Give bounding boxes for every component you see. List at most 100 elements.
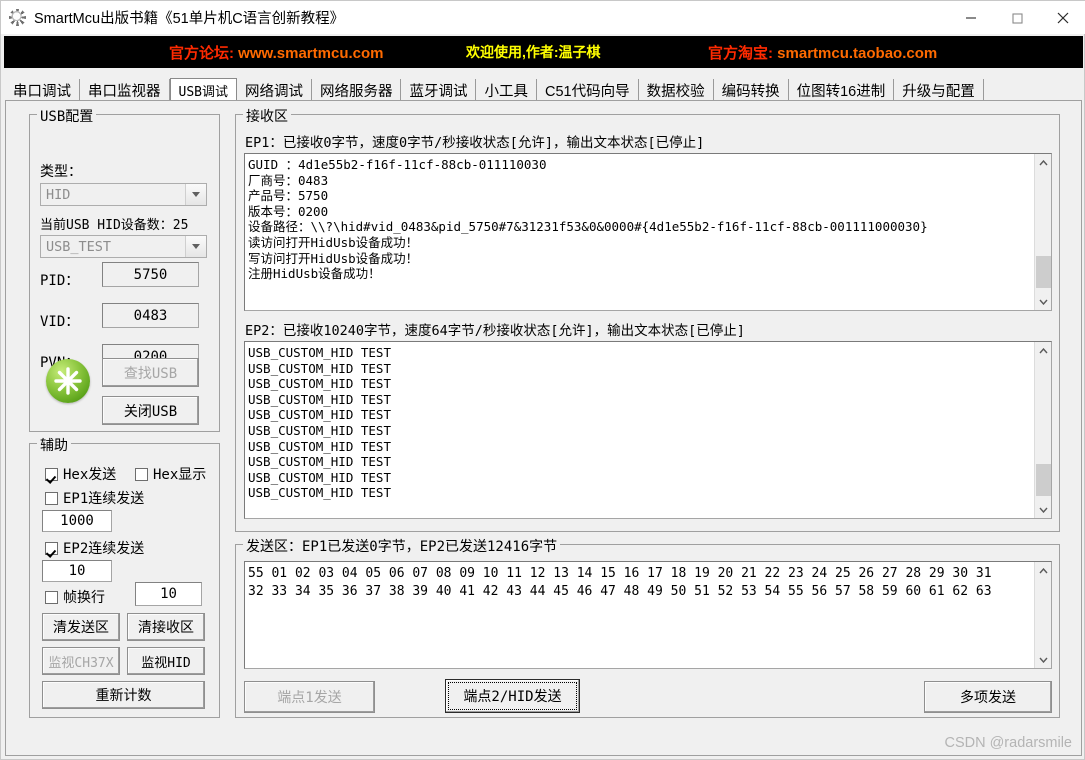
ep2-receive-textarea[interactable]: USB_CUSTOM_HID TEST USB_CUSTOM_HID TEST … [244, 341, 1052, 519]
usb-config-title: USB配置 [37, 106, 97, 126]
banner-forum-label: 官方论坛: [169, 44, 234, 62]
tab-strip: 串口调试 串口监视器 USB调试 网络调试 网络服务器 蓝牙调试 小工具 C51… [5, 77, 1082, 102]
type-label: 类型： [40, 164, 82, 180]
receive-title: 接收区 [243, 106, 291, 126]
tab-serial-debug[interactable]: 串口调试 [5, 79, 80, 101]
ep2-scrollbar[interactable] [1034, 342, 1051, 518]
chevron-down-icon[interactable] [185, 236, 206, 257]
scroll-down-icon[interactable] [1035, 501, 1052, 518]
ep1-receive-text: GUID ：4d1e55b2-f16f-11cf-88cb-011110030 … [248, 157, 928, 282]
checkbox-box[interactable] [45, 541, 58, 555]
aux-group: 辅助 Hex发送 Hex显示 EP1连续发送 1000 EP2连续发送 10 帧… [29, 435, 220, 718]
banner-forum: 官方论坛: www.smartmcu.com [169, 42, 384, 63]
checkbox-box[interactable] [45, 590, 58, 604]
send-text: 55 01 02 03 04 05 06 07 08 09 10 11 12 1… [248, 566, 992, 599]
pid-field[interactable]: 5750 [102, 262, 199, 287]
recount-button[interactable]: 重新计数 [42, 681, 205, 709]
ep1-receive-textarea[interactable]: GUID ：4d1e55b2-f16f-11cf-88cb-011110030 … [244, 153, 1052, 311]
scroll-down-icon[interactable] [1035, 651, 1052, 668]
send-scrollbar[interactable] [1034, 562, 1051, 668]
device-count-label: 当前USB HID设备数：25 [40, 218, 189, 233]
checkbox-box[interactable] [45, 467, 58, 481]
find-usb-button[interactable]: 查找USB [102, 358, 199, 387]
ep2-hid-send-button[interactable]: 端点2/HID发送 [445, 679, 580, 713]
tab-network-debug[interactable]: 网络调试 [236, 79, 312, 101]
window-title: SmartMcu出版书籍《51单片机C语言创新教程》 [34, 11, 345, 27]
hex-show-label: Hex显示 [153, 467, 207, 483]
scroll-up-icon[interactable] [1035, 562, 1052, 579]
ep2-scroll-thumb[interactable] [1036, 464, 1051, 496]
banner-welcome: 欢迎使用,作者:温子棋 [466, 44, 601, 60]
tab-tools[interactable]: 小工具 [476, 79, 537, 101]
multi-send-button[interactable]: 多项发送 [924, 681, 1052, 713]
usb-type-value: HID [46, 186, 71, 203]
banner-taobao: 官方淘宝: smartmcu.taobao.com [708, 42, 937, 63]
frame-value-field[interactable]: 10 [135, 582, 202, 606]
maximize-button[interactable] [994, 1, 1040, 34]
send-textarea[interactable]: 55 01 02 03 04 05 06 07 08 09 10 11 12 1… [244, 561, 1052, 669]
usb-config-group: USB配置 类型： HID 当前USB HID设备数：25 USB_TEST P… [29, 106, 220, 432]
tab-encoding-convert[interactable]: 编码转换 [713, 79, 789, 101]
watermark: CSDN @radarsmile [944, 735, 1072, 751]
promo-banner: 官方论坛: www.smartmcu.com 欢迎使用,作者:温子棋 官方淘宝:… [4, 36, 1083, 68]
tab-network-server[interactable]: 网络服务器 [311, 79, 402, 101]
clear-recv-button[interactable]: 清接收区 [127, 613, 205, 641]
frame-newline-label: 帧换行 [63, 590, 105, 606]
close-usb-button[interactable]: 关闭USB [102, 396, 199, 425]
send-title: 发送区：EP1已发送0字节，EP2已发送12416字节 [243, 536, 561, 556]
aux-title: 辅助 [37, 435, 71, 455]
tab-serial-monitor[interactable]: 串口监视器 [80, 79, 170, 101]
ep2-continuous-label: EP2连续发送 [63, 541, 145, 557]
vid-field[interactable]: 0483 [102, 303, 199, 328]
starburst-glyph [54, 367, 82, 395]
usb-device-value: USB_TEST [46, 238, 112, 255]
tab-page-usb-debug: USB配置 类型： HID 当前USB HID设备数：25 USB_TEST P… [5, 100, 1082, 756]
checkbox-box[interactable] [135, 467, 148, 481]
banner-forum-url: www.smartmcu.com [238, 44, 384, 62]
checkbox-box[interactable] [45, 491, 58, 505]
scroll-up-icon[interactable] [1035, 154, 1052, 171]
banner-taobao-url: smartmcu.taobao.com [777, 44, 938, 62]
ep2-continuous-checkbox[interactable]: EP2连续发送 [45, 538, 144, 558]
ep1-continuous-checkbox[interactable]: EP1连续发送 [45, 488, 144, 508]
tab-upgrade-config[interactable]: 升级与配置 [894, 79, 984, 101]
frame-newline-checkbox[interactable]: 帧换行 [45, 587, 105, 607]
clear-send-button[interactable]: 清发送区 [42, 613, 120, 641]
pid-label: PID： [40, 273, 80, 289]
tab-c51-code-wizard[interactable]: C51代码向导 [536, 79, 639, 101]
usb-device-select[interactable]: USB_TEST [40, 235, 207, 258]
tab-bitmap-to-hex[interactable]: 位图转16进制 [788, 79, 895, 101]
ep2-interval-field[interactable]: 10 [42, 560, 112, 582]
send-group: 发送区：EP1已发送0字节，EP2已发送12416字节 55 01 02 03 … [235, 536, 1060, 718]
ep1-interval-field[interactable]: 1000 [42, 510, 112, 532]
window-controls [948, 1, 1085, 34]
title-bar: SmartMcu出版书籍《51单片机C语言创新教程》 [1, 1, 1085, 34]
hex-send-label: Hex发送 [63, 467, 117, 483]
tab-data-checksum[interactable]: 数据校验 [638, 79, 714, 101]
ep1-scrollbar[interactable] [1034, 154, 1051, 310]
green-status-orb-icon [46, 359, 90, 403]
ep2-status-text: EP2：已接收10240字节，速度64字节/秒接收状态[允许]，输出文本状态[已… [245, 323, 745, 339]
ep1-status-text: EP1：已接收0字节，速度0字节/秒接收状态[允许]，输出文本状态[已停止] [245, 135, 705, 151]
monitor-ch37x-button[interactable]: 监视CH37X [42, 647, 120, 675]
receive-group: 接收区 EP1：已接收0字节，速度0字节/秒接收状态[允许]，输出文本状态[已停… [235, 106, 1060, 532]
tab-usb-debug[interactable]: USB调试 [169, 78, 237, 102]
ep2-receive-text: USB_CUSTOM_HID TEST USB_CUSTOM_HID TEST … [248, 345, 391, 501]
ep1-scroll-thumb[interactable] [1036, 256, 1051, 288]
gear-icon [9, 8, 27, 27]
hex-show-checkbox[interactable]: Hex显示 [135, 464, 206, 484]
vid-label: VID： [40, 314, 80, 330]
minimize-button[interactable] [948, 1, 994, 34]
tab-bluetooth-debug[interactable]: 蓝牙调试 [401, 79, 477, 101]
ep1-send-button[interactable]: 端点1发送 [244, 681, 375, 713]
scroll-down-icon[interactable] [1035, 293, 1052, 310]
banner-taobao-label: 官方淘宝: [708, 44, 773, 62]
hex-send-checkbox[interactable]: Hex发送 [45, 464, 116, 484]
app-window: SmartMcu出版书籍《51单片机C语言创新教程》 官方论坛: www.sma… [0, 0, 1085, 760]
chevron-down-icon[interactable] [185, 184, 206, 205]
close-button[interactable] [1040, 1, 1085, 34]
monitor-hid-button[interactable]: 监视HID [127, 647, 205, 675]
scroll-up-icon[interactable] [1035, 342, 1052, 359]
ep1-continuous-label: EP1连续发送 [63, 491, 145, 507]
usb-type-select[interactable]: HID [40, 183, 207, 206]
